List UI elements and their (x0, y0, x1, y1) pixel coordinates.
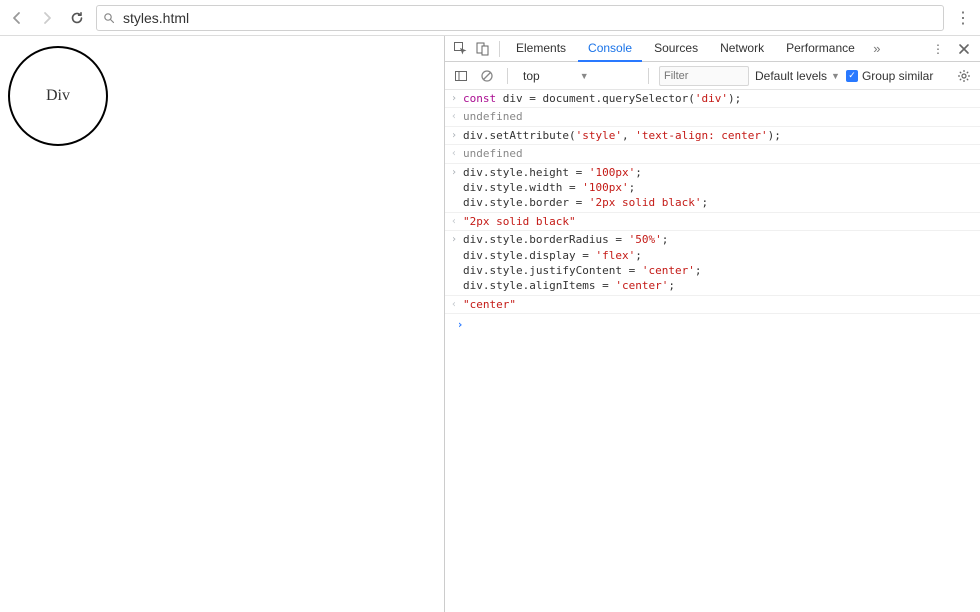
address-input[interactable] (121, 9, 937, 27)
device-icon (475, 41, 491, 57)
kebab-icon: ⋮ (932, 42, 944, 56)
forward-button[interactable] (36, 7, 58, 29)
chevron-down-icon: ▼ (580, 71, 589, 81)
tabs-overflow-button[interactable]: » (867, 39, 887, 59)
code-text: div.style.height = '100px'; div.style.wi… (463, 165, 708, 211)
output-marker-icon: ‹ (445, 109, 463, 124)
checkbox-checked-icon: ✓ (846, 70, 858, 82)
output-marker-icon: ‹ (445, 146, 463, 161)
log-levels-select[interactable]: Default levels ▼ (755, 69, 840, 83)
console-prompt[interactable]: › (445, 314, 980, 334)
chevrons-right-icon: » (873, 41, 880, 56)
output-marker-icon: ‹ (445, 214, 463, 229)
kebab-icon: ⋮ (955, 10, 971, 27)
page-viewport: Div (0, 36, 444, 612)
code-text: div.style.borderRadius = '50%'; div.styl… (463, 232, 701, 294)
console-settings-button[interactable] (954, 66, 974, 86)
separator (648, 68, 649, 84)
execution-context-select[interactable]: top ▼ (518, 66, 638, 86)
input-marker-icon: › (445, 232, 463, 247)
tab-console[interactable]: Console (578, 36, 642, 62)
console-sidebar-toggle[interactable] (451, 66, 471, 86)
console-input-row: ›const div = document.querySelector('div… (445, 90, 980, 108)
address-input-container[interactable] (96, 5, 944, 31)
code-text: undefined (463, 109, 523, 124)
devtools-panel: Elements Console Sources Network Perform… (444, 36, 980, 612)
arrow-right-icon (39, 10, 55, 26)
console-body[interactable]: ›const div = document.querySelector('div… (445, 90, 980, 612)
tab-network[interactable]: Network (710, 36, 774, 62)
arrow-left-icon (9, 10, 25, 26)
output-marker-icon: ‹ (445, 297, 463, 312)
code-text: div.setAttribute('style', 'text-align: c… (463, 128, 781, 143)
input-marker-icon: › (445, 165, 463, 180)
separator (507, 68, 508, 84)
reload-button[interactable] (66, 7, 88, 29)
sidebar-icon (454, 69, 468, 83)
inspect-element-button[interactable] (451, 39, 471, 59)
code-text: const div = document.querySelector('div'… (463, 91, 741, 106)
devtools-tabstrip: Elements Console Sources Network Perform… (445, 36, 980, 62)
demo-div: Div (8, 46, 108, 146)
console-input-row: ›div.style.height = '100px'; div.style.w… (445, 164, 980, 213)
group-similar-toggle[interactable]: ✓ Group similar (846, 69, 933, 83)
input-marker-icon: › (445, 128, 463, 143)
console-output-row: ‹"2px solid black" (445, 213, 980, 231)
console-filter-input[interactable] (659, 66, 749, 86)
close-icon (958, 43, 970, 55)
console-input-row: ›div.style.borderRadius = '50%'; div.sty… (445, 231, 980, 296)
clear-console-button[interactable] (477, 66, 497, 86)
context-label: top (523, 69, 540, 83)
demo-div-text: Div (46, 87, 70, 105)
prompt-marker-icon: › (451, 316, 469, 332)
gear-icon (957, 69, 971, 83)
device-toolbar-button[interactable] (473, 39, 493, 59)
search-icon (103, 12, 115, 24)
back-button[interactable] (6, 7, 28, 29)
tab-sources[interactable]: Sources (644, 36, 708, 62)
inspect-icon (453, 41, 469, 57)
code-text: undefined (463, 146, 523, 161)
devtools-close-button[interactable] (954, 39, 974, 59)
clear-icon (480, 69, 494, 83)
console-output-row: ‹undefined (445, 108, 980, 126)
console-input-row: ›div.setAttribute('style', 'text-align: … (445, 127, 980, 145)
input-marker-icon: › (445, 91, 463, 106)
address-bar: ⋮ (0, 0, 980, 36)
console-output-row: ‹undefined (445, 145, 980, 163)
console-toolbar: top ▼ Default levels ▼ ✓ Group similar (445, 62, 980, 90)
code-text: "2px solid black" (463, 214, 576, 229)
browser-menu-button[interactable]: ⋮ (952, 8, 974, 28)
separator (499, 41, 500, 57)
tab-elements[interactable]: Elements (506, 36, 576, 62)
code-text: "center" (463, 297, 516, 312)
tab-performance[interactable]: Performance (776, 36, 865, 62)
chevron-down-icon: ▼ (831, 71, 840, 81)
console-output-row: ‹"center" (445, 296, 980, 314)
reload-icon (69, 10, 85, 26)
devtools-menu-button[interactable]: ⋮ (928, 39, 948, 59)
